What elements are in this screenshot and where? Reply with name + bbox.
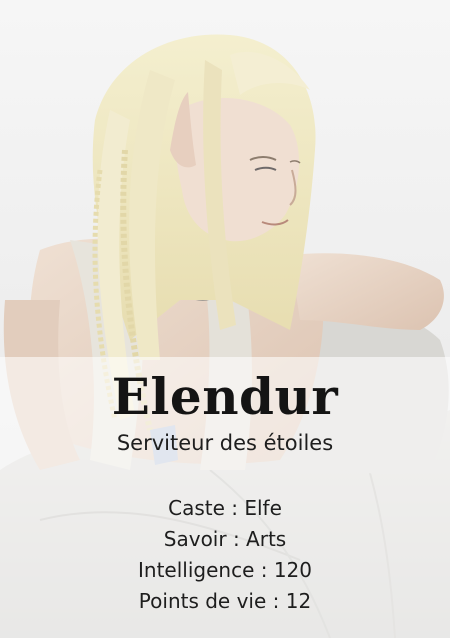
stat-intelligence: Intelligence : 120 bbox=[138, 558, 312, 582]
character-stats: Caste : Elfe Savoir : Arts Intelligence … bbox=[0, 493, 450, 617]
character-card: Elendur Serviteur des étoiles Caste : El… bbox=[0, 0, 450, 638]
stat-savoir: Savoir : Arts bbox=[163, 527, 287, 551]
stat-caste: Caste : Elfe bbox=[168, 496, 282, 520]
character-info: Elendur Serviteur des étoiles Caste : El… bbox=[0, 357, 450, 638]
character-name: Elendur bbox=[111, 367, 339, 426]
stat-points-de-vie: Points de vie : 12 bbox=[138, 589, 312, 613]
character-title: Serviteur des étoiles bbox=[116, 431, 334, 455]
